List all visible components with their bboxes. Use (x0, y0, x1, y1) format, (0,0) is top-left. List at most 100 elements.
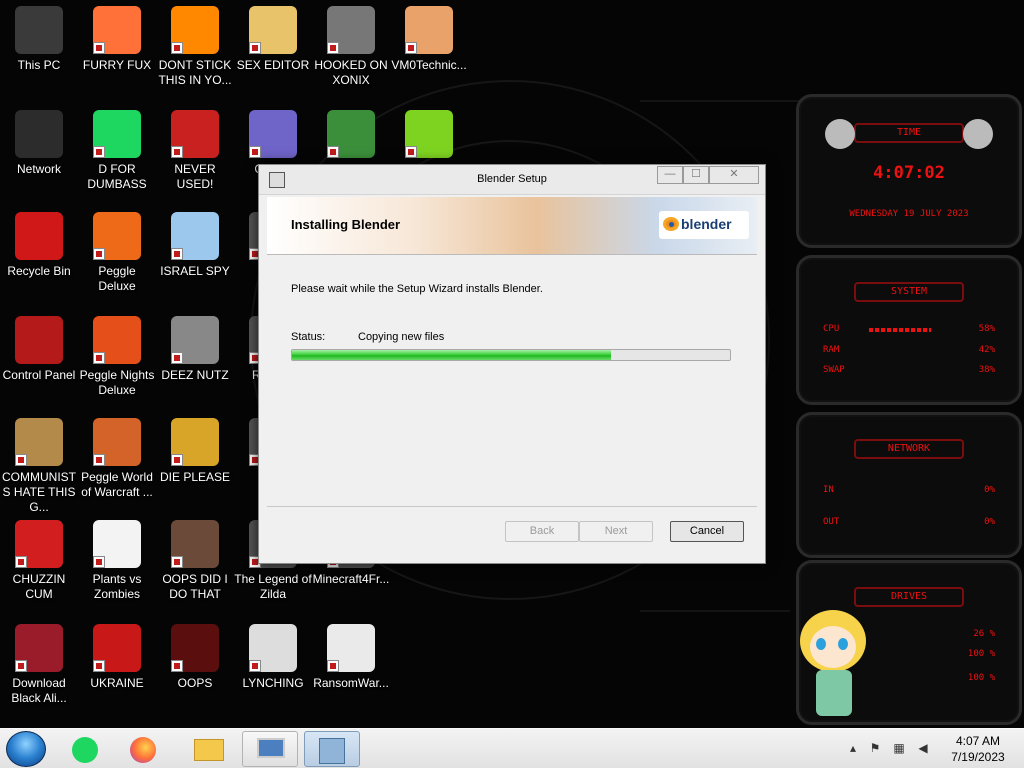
progress-fill (292, 350, 611, 360)
status-label: Status: (291, 331, 326, 343)
desktop-icon-label: Peggle Deluxe (98, 264, 136, 293)
oops-icon (171, 624, 219, 672)
speaker-icon[interactable]: ◀ (916, 741, 930, 755)
desktop-icon[interactable] (390, 110, 468, 162)
setup-dialog: Blender Setup — ☐ ✕ Installing Blender b… (258, 164, 766, 564)
desktop-icon-label: CHUZZIN CUM (12, 572, 66, 601)
network-tray-icon[interactable]: ▦ (892, 741, 906, 755)
status-value: Copying new files (358, 331, 445, 343)
peggle-nights-icon (93, 316, 141, 364)
desktop-icon-label: Recycle Bin (7, 264, 71, 278)
shortcut-arrow-icon (93, 248, 105, 260)
next-button[interactable]: Next (579, 521, 653, 542)
desktop-icon-label: The Legend of Zilda (234, 572, 312, 601)
row-value: 38% (978, 365, 995, 375)
desktop-icon[interactable]: DIE PLEASE (156, 418, 234, 485)
start-button[interactable] (6, 731, 46, 767)
desktop-icon-label: SEX EDITOR (236, 58, 310, 72)
skull-icon (327, 624, 375, 672)
desktop-icon-label: FURRY FUX (82, 58, 152, 72)
shortcut-arrow-icon (171, 42, 183, 54)
desktop-icon[interactable]: ISRAEL SPY (156, 212, 234, 279)
taskbar-clock[interactable]: 4:07 AM 7/19/2023 (942, 733, 1014, 765)
desktop-icon-label: OOPS (177, 676, 213, 690)
monitor-taskbar-button[interactable] (242, 731, 298, 767)
cpu-bar (869, 328, 931, 332)
file-explorer-taskbar-button[interactable] (180, 731, 236, 767)
hxd-icon (249, 6, 297, 54)
row-value: 0% (984, 517, 995, 527)
desktop-icon[interactable]: This PC (0, 6, 78, 73)
monitor-icon (257, 738, 285, 758)
spotify-icon (93, 110, 141, 158)
desktop-icon[interactable]: RansomWar... (312, 624, 390, 691)
row-label: OUT (823, 517, 840, 527)
desktop-icon[interactable]: DONT STICK THIS IN YO... (156, 6, 234, 88)
desktop-icon[interactable]: Control Panel (0, 316, 78, 383)
content-pane: Please wait while the Setup Wizard insta… (267, 257, 757, 507)
shortcut-arrow-icon (327, 42, 339, 54)
recycle-bin-icon (15, 212, 63, 260)
desktop-icon-label: OOPS DID I DO THAT (162, 572, 228, 601)
desktop-icon[interactable]: Peggle Deluxe (78, 212, 156, 294)
back-button[interactable]: Back (505, 521, 579, 542)
radiation-icon (93, 624, 141, 672)
desktop-icon[interactable]: NEVER USED! (156, 110, 234, 192)
desktop-icon[interactable]: COMMUNISTS HATE THIS G... (0, 418, 78, 515)
chuzzle-icon (15, 520, 63, 568)
desktop-icon[interactable]: SEX EDITOR (234, 6, 312, 73)
desktop-icon[interactable]: UKRAINE (78, 624, 156, 691)
install-progress-bar (291, 349, 731, 361)
desktop-icon[interactable]: Peggle World of Warcraft ... (78, 418, 156, 500)
desktop-icon[interactable]: OOPS DID I DO THAT (156, 520, 234, 602)
money-bag-icon (15, 418, 63, 466)
firefox-taskbar-button[interactable] (118, 731, 174, 767)
shortcut-arrow-icon (93, 352, 105, 364)
desktop-icon[interactable]: LYNCHING (234, 624, 312, 691)
close-button[interactable]: ✕ (709, 166, 759, 184)
setup-icon (319, 738, 345, 764)
pvz-icon (93, 520, 141, 568)
shortcut-arrow-icon (327, 146, 339, 158)
lime-icon (405, 110, 453, 158)
in-row: IN 0% (823, 485, 995, 497)
desktop-icon[interactable]: Recycle Bin (0, 212, 78, 279)
cancel-button[interactable]: Cancel (670, 521, 744, 542)
shortcut-arrow-icon (171, 248, 183, 260)
minimize-button[interactable]: — (657, 166, 683, 184)
banner-title: Installing Blender (291, 217, 401, 232)
control-panel-icon (15, 316, 63, 364)
maximize-button[interactable]: ☐ (683, 166, 709, 184)
desktop-icon[interactable]: FURRY FUX (78, 6, 156, 73)
shortcut-arrow-icon (171, 146, 183, 158)
time-gadget: TIME 4:07:02 WEDNESDAY 19 JULY 2023 (796, 94, 1022, 248)
shortcut-arrow-icon (93, 556, 105, 568)
desktop-icon[interactable]: D FOR DUMBASS (78, 110, 156, 192)
desktop-icon-label: DIE PLEASE (159, 470, 231, 484)
desktop-icon[interactable]: CHUZZIN CUM (0, 520, 78, 602)
desktop-icon[interactable]: DEEZ NUTZ (156, 316, 234, 383)
desktop-icon-label: Plants vs Zombies (92, 572, 142, 601)
shortcut-arrow-icon (15, 556, 27, 568)
gadget-title: NETWORK (854, 439, 964, 459)
row-label: IN (823, 485, 834, 495)
title-bar[interactable]: Blender Setup — ☐ ✕ (259, 165, 765, 195)
desktop-icon-label: Download Black Ali... (11, 676, 67, 705)
network-icon (15, 110, 63, 158)
desktop-icon[interactable]: Download Black Ali... (0, 624, 78, 706)
desktop-icon[interactable]: Network (0, 110, 78, 177)
desktop-icon[interactable]: VM0Technic... (390, 6, 468, 73)
flag-icon[interactable]: ⚑ (868, 741, 882, 755)
row-value: 26 % (973, 629, 995, 639)
row-label: CPU (823, 324, 840, 334)
header-banner: Installing Blender blender (267, 197, 757, 255)
dev-icon (171, 110, 219, 158)
chevron-up-icon[interactable]: ▴ (846, 741, 860, 755)
setup-taskbar-button[interactable] (304, 731, 360, 767)
desktop-icon[interactable]: Peggle Nights Deluxe (78, 316, 156, 398)
desktop-icon[interactable]: OOPS (156, 624, 234, 691)
desktop-icon[interactable] (312, 110, 390, 162)
desktop-icon[interactable]: HOOKED ON XONIX (312, 6, 390, 88)
desktop-icon[interactable]: Plants vs Zombies (78, 520, 156, 602)
spotify-taskbar-button[interactable] (60, 731, 116, 767)
